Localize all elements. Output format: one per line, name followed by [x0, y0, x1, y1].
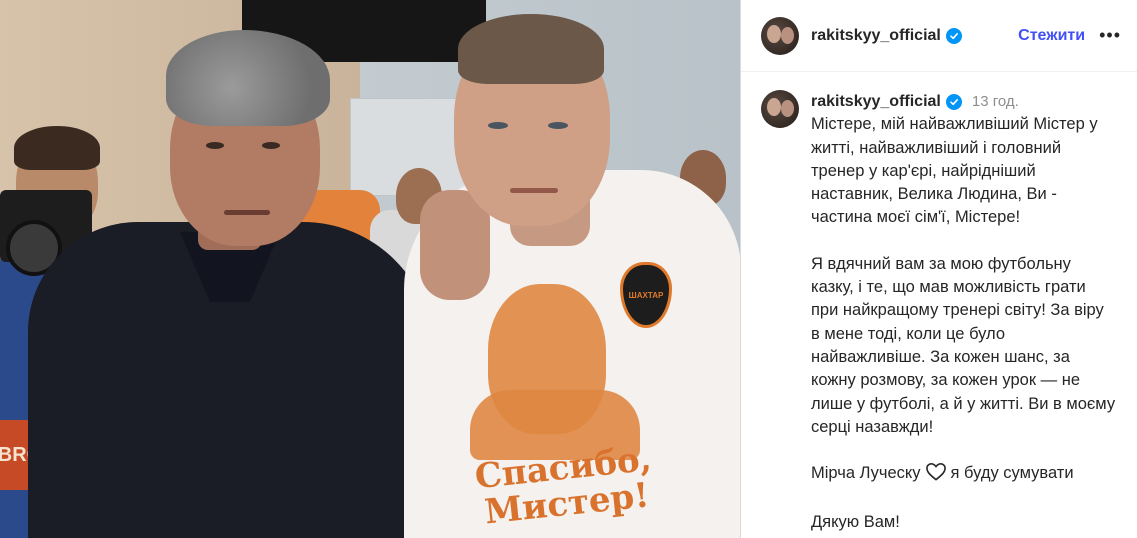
caption-meta: rakitskyy_official 13 год. — [811, 90, 1117, 113]
player-eye — [548, 122, 568, 129]
coach-eye — [206, 142, 224, 149]
username-link[interactable]: rakitskyy_official — [811, 27, 941, 45]
instagram-post: BRO ШАХТАР Спасибо, Мистер! rakitskyy_of… — [0, 0, 1137, 538]
coach-eye — [262, 142, 280, 149]
cameraman-hair — [14, 126, 100, 170]
avatar[interactable] — [761, 90, 799, 128]
post-photo[interactable]: BRO ШАХТАР Спасибо, Мистер! — [0, 0, 740, 538]
verified-badge-icon — [945, 27, 962, 44]
coach-hair — [166, 30, 330, 126]
heart-outline-icon — [925, 462, 947, 488]
follow-button[interactable]: Стежити — [1018, 27, 1085, 45]
more-dots-icon[interactable]: ••• — [1099, 25, 1121, 46]
caption-paragraph: Я вдячний вам за мою футбольну казку, і … — [811, 254, 1116, 436]
avatar[interactable] — [761, 16, 799, 55]
post-header: rakitskyy_official Стежити ••• — [741, 0, 1137, 72]
coach-mouth — [224, 210, 270, 215]
player-hair — [458, 14, 604, 84]
post-caption-row: rakitskyy_official 13 год. Містере, мій … — [741, 72, 1137, 535]
verified-badge-icon — [945, 93, 962, 110]
caption-text: Мірча Луческу — [811, 464, 921, 483]
caption-text: я буду сумувати — [950, 464, 1074, 483]
post-timestamp[interactable]: 13 год. — [972, 90, 1019, 113]
caption-username-link[interactable]: rakitskyy_official — [811, 90, 941, 113]
club-badge-text: ШАХТАР — [628, 290, 664, 300]
player-eye — [488, 122, 508, 129]
caption-paragraph: Містере, мій найважливіший Містер у житт… — [811, 115, 1098, 227]
caption-paragraph: Дякую Вам! — [811, 513, 900, 532]
caption-paragraph: Мірча Луческу я буду сумувати — [811, 462, 1117, 488]
player-mouth — [510, 188, 558, 193]
post-sidebar: rakitskyy_official Стежити ••• rakitskyy… — [740, 0, 1137, 538]
caption: rakitskyy_official 13 год. Містере, мій … — [811, 90, 1117, 535]
